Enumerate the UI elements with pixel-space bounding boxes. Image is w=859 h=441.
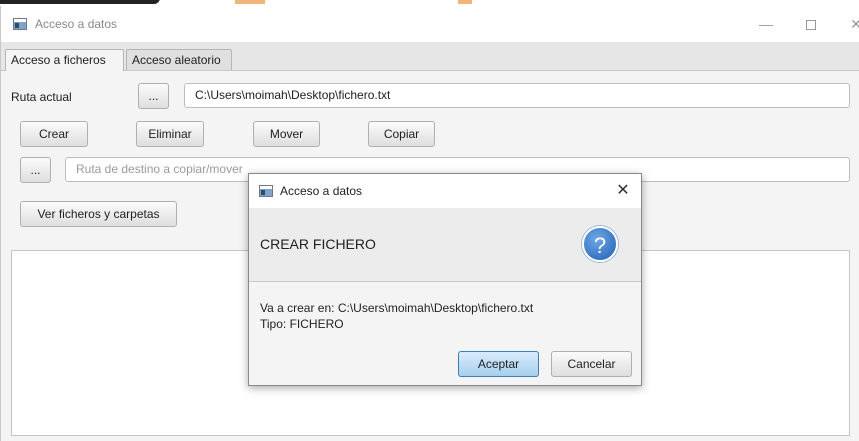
confirmation-dialog: Acceso a datos ✕ CREAR FICHERO ? Va a cr… [248,173,642,386]
background-window-fragment [0,0,160,4]
app-window-icon [259,185,273,197]
dialog-header: CREAR FICHERO ? [249,208,641,282]
app-window-icon [13,18,27,30]
browse-path-button[interactable]: ... [138,83,169,109]
question-icon: ? [582,226,618,262]
dialog-title-bar: Acceso a datos ✕ [249,174,641,208]
tab-bar: Acceso a ficheros Acceso aleatorio [1,42,859,71]
dialog-header-text: CREAR FICHERO [260,236,376,252]
background-window-fragment [458,0,472,4]
create-button[interactable]: Crear [20,121,88,147]
delete-button[interactable]: Eliminar [136,121,204,147]
maximize-icon [806,20,816,31]
copy-button[interactable]: Copiar [368,121,435,147]
minimize-button[interactable]: — [751,12,781,36]
current-path-input[interactable]: C:\Users\moimah\Desktop\fichero.txt [184,83,850,108]
browse-destination-button[interactable]: ... [20,157,51,183]
dialog-content-line: Va a crear en: C:\Users\moimah\Desktop\f… [260,301,534,315]
maximize-button[interactable] [796,12,826,36]
dialog-title: Acceso a datos [280,184,363,198]
tab-acceso-aleatorio[interactable]: Acceso aleatorio [126,49,232,70]
close-window-button[interactable]: ✕ [841,12,859,36]
tab-acceso-ficheros[interactable]: Acceso a ficheros [5,49,124,71]
accept-button[interactable]: Aceptar [458,351,539,377]
window-title: Acceso a datos [35,17,118,31]
background-window-fragment [235,0,265,4]
view-files-folders-button[interactable]: Ver ficheros y carpetas [20,201,177,227]
dialog-content: Va a crear en: C:\Users\moimah\Desktop\f… [260,300,533,332]
move-button[interactable]: Mover [253,121,320,147]
dialog-content-line: Tipo: FICHERO [260,317,344,331]
dialog-close-button[interactable]: ✕ [611,179,635,203]
title-bar: Acceso a datos — ✕ [1,6,859,42]
main-window: Acceso a datos — ✕ Acceso a ficheros Acc… [0,6,859,441]
cancel-button[interactable]: Cancelar [551,351,632,377]
current-path-label: Ruta actual [11,90,72,104]
